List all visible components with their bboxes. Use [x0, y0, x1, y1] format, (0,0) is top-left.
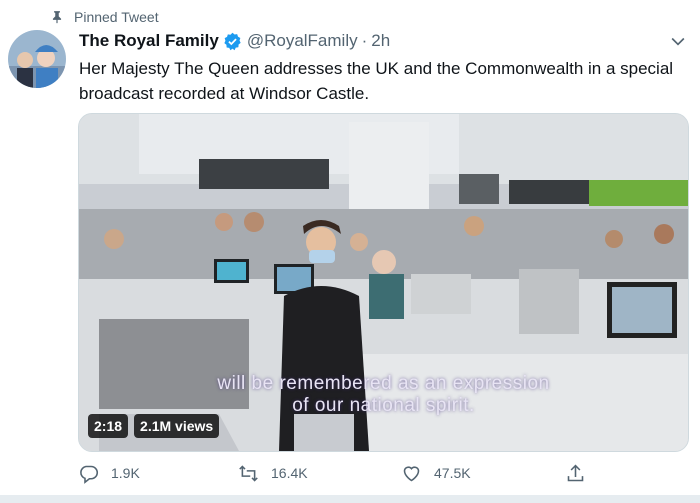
tweet-header: The Royal Family @RoyalFamily · 2h [79, 31, 390, 51]
verified-badge-icon [224, 32, 241, 50]
reply-icon [80, 465, 99, 484]
chevron-down-icon[interactable] [668, 31, 688, 51]
like-icon [403, 465, 420, 481]
video-stats: 2:18 2.1M views [88, 413, 220, 439]
video-views: 2.1M views [134, 414, 220, 438]
user-handle[interactable]: @RoyalFamily [247, 31, 358, 51]
like-button[interactable]: 47.5K [401, 460, 471, 486]
tweet-time[interactable]: 2h [371, 31, 390, 51]
share-icon [567, 464, 584, 481]
retweet-button[interactable]: 16.4K [238, 460, 308, 486]
video-duration: 2:18 [88, 414, 129, 438]
video-player[interactable]: will be remembered as an expression of o… [78, 113, 689, 452]
pinned-indicator: Pinned Tweet [50, 6, 159, 28]
tweet-actions: 1.9K 16.4K 47.5K [78, 460, 598, 486]
reply-button[interactable]: 1.9K [78, 460, 140, 486]
pin-icon [52, 11, 62, 24]
separator-dot: · [361, 31, 368, 50]
retweet-icon [239, 464, 258, 482]
avatar[interactable] [8, 30, 66, 88]
reply-count: 1.9K [111, 465, 140, 481]
display-name[interactable]: The Royal Family [79, 31, 219, 51]
share-button[interactable] [565, 460, 586, 486]
retweet-count: 16.4K [271, 465, 308, 481]
like-count: 47.5K [434, 465, 471, 481]
video-caption-line-1: will be remembered as an expression [217, 373, 550, 394]
pinned-label: Pinned Tweet [74, 9, 159, 25]
feed-divider [0, 495, 700, 503]
tweet-text: Her Majesty The Queen addresses the UK a… [79, 59, 674, 103]
